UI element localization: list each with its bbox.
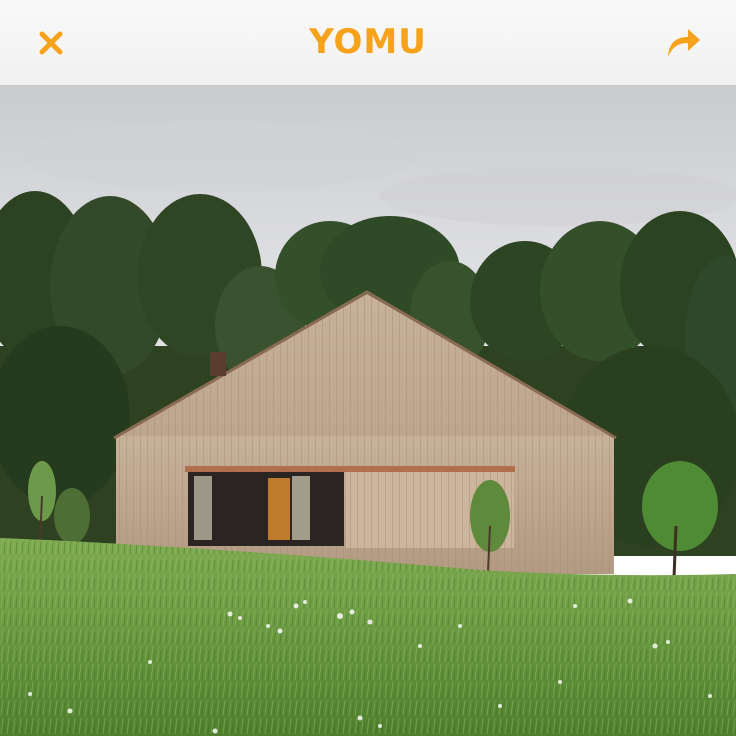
article-photo — [0, 86, 736, 736]
close-button[interactable] — [22, 18, 80, 68]
top-navigation-bar: YOMU — [0, 0, 736, 86]
meadow — [0, 538, 736, 736]
share-arrow-icon — [668, 29, 700, 57]
house-photo-image — [0, 86, 736, 736]
app-screen: YOMU — [0, 0, 736, 736]
brand-logo-text: YOMU — [309, 22, 427, 62]
close-icon — [39, 31, 63, 55]
share-button[interactable] — [652, 16, 714, 68]
brand-logo: YOMU — [300, 20, 436, 64]
